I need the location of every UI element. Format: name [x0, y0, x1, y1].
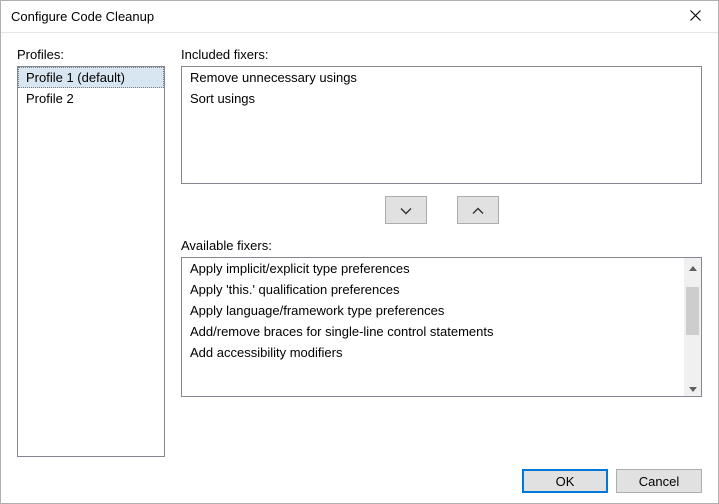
included-fixer-item[interactable]: Sort usings	[182, 88, 701, 109]
included-fixer-item[interactable]: Remove unnecessary usings	[182, 67, 701, 88]
move-down-button[interactable]	[385, 196, 427, 224]
scroll-up-button[interactable]	[684, 258, 701, 275]
available-fixers-inner: Apply implicit/explicit type preferences…	[182, 258, 684, 396]
move-buttons-row	[181, 196, 702, 224]
available-label: Available fixers:	[181, 238, 702, 253]
window-title: Configure Code Cleanup	[11, 9, 672, 24]
profiles-list[interactable]: Profile 1 (default) Profile 2	[17, 66, 165, 457]
profiles-label: Profiles:	[17, 47, 165, 62]
fixers-column: Included fixers: Remove unnecessary usin…	[181, 47, 702, 457]
available-fixer-item[interactable]: Apply implicit/explicit type preferences	[182, 258, 684, 279]
dialog-footer: OK Cancel	[17, 457, 702, 493]
scroll-thumb[interactable]	[686, 287, 699, 335]
titlebar: Configure Code Cleanup	[1, 1, 718, 33]
available-fixer-item[interactable]: Add accessibility modifiers	[182, 342, 684, 363]
profiles-column: Profiles: Profile 1 (default) Profile 2	[17, 47, 165, 457]
chevron-up-icon	[689, 259, 697, 274]
chevron-down-icon	[689, 380, 697, 395]
available-fixer-item[interactable]: Apply 'this.' qualification preferences	[182, 279, 684, 300]
close-icon	[690, 9, 701, 24]
profile-item[interactable]: Profile 1 (default)	[18, 67, 164, 88]
included-label: Included fixers:	[181, 47, 702, 62]
scroll-down-button[interactable]	[684, 379, 701, 396]
scrollbar[interactable]	[684, 258, 701, 396]
move-up-button[interactable]	[457, 196, 499, 224]
available-fixer-item[interactable]: Add/remove braces for single-line contro…	[182, 321, 684, 342]
close-button[interactable]	[672, 1, 718, 33]
dialog-window: Configure Code Cleanup Profiles: Profile…	[0, 0, 719, 504]
chevron-up-icon	[472, 203, 484, 218]
ok-button[interactable]: OK	[522, 469, 608, 493]
cancel-button[interactable]: Cancel	[616, 469, 702, 493]
available-fixer-item[interactable]: Apply language/framework type preference…	[182, 300, 684, 321]
chevron-down-icon	[400, 203, 412, 218]
profile-item[interactable]: Profile 2	[18, 88, 164, 109]
included-fixers-list[interactable]: Remove unnecessary usings Sort usings	[181, 66, 702, 184]
dialog-content: Profiles: Profile 1 (default) Profile 2 …	[1, 33, 718, 503]
columns: Profiles: Profile 1 (default) Profile 2 …	[17, 47, 702, 457]
available-fixers-list[interactable]: Apply implicit/explicit type preferences…	[181, 257, 702, 397]
scroll-track[interactable]	[684, 275, 701, 379]
